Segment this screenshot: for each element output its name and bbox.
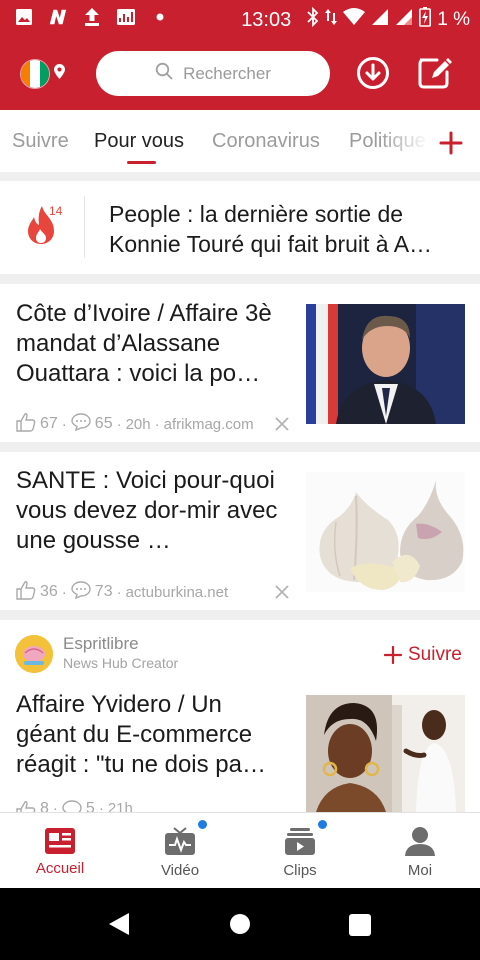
- compose-icon: [418, 58, 452, 89]
- dot-icon: [150, 7, 170, 27]
- article-title: Côte d’Ivoire / Affaire 3è mandat d’Alas…: [16, 300, 272, 387]
- article-meta: 36 · 73 · actuburkina.net: [16, 580, 228, 604]
- nav-label: Accueil: [35, 860, 85, 877]
- compose-button[interactable]: [417, 54, 455, 92]
- article-title: SANTE : Voici pour-quoi vous devez dor-m…: [16, 467, 278, 554]
- fire-icon: [24, 203, 70, 249]
- image-notification-icon: [14, 7, 34, 27]
- country-flag-button[interactable]: [20, 59, 50, 89]
- battery-charging-icon: [419, 7, 432, 33]
- system-navigation-bar: [0, 888, 480, 960]
- article-card[interactable]: Côte d’Ivoire / Affaire 3è mandat d’Alas…: [0, 284, 480, 442]
- nav-moi[interactable]: Moi: [360, 813, 480, 889]
- like-count: 67: [40, 415, 58, 432]
- tab-pour-vous[interactable]: Pour vous: [94, 130, 184, 153]
- trending-title: People : la dernière sortie de Konnie To…: [109, 201, 433, 257]
- nav-label: Vidéo: [160, 862, 200, 879]
- upload-icon: [82, 7, 102, 27]
- divider: [84, 196, 85, 258]
- home-icon[interactable]: [229, 913, 255, 939]
- like-count: 36: [40, 583, 58, 600]
- nav-label: Clips: [283, 862, 317, 879]
- comment-count: 65: [94, 415, 113, 432]
- article-source[interactable]: afrikmag.com: [164, 416, 254, 433]
- article-source[interactable]: actuburkina.net: [126, 584, 229, 601]
- article-meta: 8 · 5 · 21h: [16, 800, 133, 812]
- comment-icon[interactable]: [71, 581, 91, 603]
- article-time: 21h: [107, 800, 133, 812]
- article-time: 20h: [125, 415, 151, 433]
- thumbs-up-icon[interactable]: [16, 412, 36, 436]
- recents-icon[interactable]: [348, 913, 374, 939]
- plus-icon: [384, 646, 402, 664]
- data-arrows-icon: [325, 7, 338, 33]
- comment-icon[interactable]: [71, 413, 91, 435]
- n-notification-icon: [48, 7, 68, 27]
- notification-icons: [14, 7, 170, 27]
- tab-suivre[interactable]: Suivre: [12, 130, 69, 153]
- system-status: 13:03 1 %: [241, 6, 470, 33]
- thumbs-up-icon[interactable]: [16, 800, 36, 812]
- trending-card[interactable]: 14 People : la dernière sortie de Konnie…: [0, 181, 480, 274]
- category-tabs: Suivre Pour vous Coronavirus Politique: [0, 110, 480, 172]
- location-pin-icon[interactable]: [54, 64, 65, 84]
- comment-count: 73: [94, 583, 113, 600]
- article-thumbnail: [306, 304, 465, 424]
- chart-notification-icon: [116, 7, 136, 27]
- bluetooth-icon: [307, 6, 319, 33]
- follow-button[interactable]: Suivre: [384, 644, 462, 666]
- add-tab-icon[interactable]: [436, 128, 466, 158]
- bottom-navigation: Accueil Vidéo Clips Moi: [0, 812, 480, 888]
- article-thumbnail: [306, 695, 465, 812]
- clock: 13:03: [241, 8, 292, 31]
- wifi-icon: [343, 8, 366, 32]
- article-card[interactable]: SANTE : Voici pour-quoi vous devez dor-m…: [0, 452, 480, 610]
- notification-badge: [318, 820, 327, 829]
- signal-icon: [371, 8, 389, 32]
- clips-icon: [284, 825, 316, 857]
- tab-coronavirus[interactable]: Coronavirus: [212, 130, 320, 153]
- app-screen: 13:03 1 % Rechercher Suivre Pour vous Co…: [0, 0, 480, 960]
- dismiss-icon[interactable]: [274, 416, 290, 432]
- nav-accueil[interactable]: Accueil: [0, 813, 120, 889]
- app-header: Rechercher: [0, 36, 480, 110]
- article-thumbnail: [306, 472, 465, 592]
- comment-icon[interactable]: [62, 800, 82, 812]
- nav-clips[interactable]: Clips: [240, 813, 360, 889]
- person-icon: [404, 825, 436, 857]
- notification-badge: [198, 820, 207, 829]
- tv-icon: [164, 825, 196, 857]
- nav-label: Moi: [407, 862, 433, 879]
- search-bar[interactable]: Rechercher: [96, 51, 330, 96]
- active-tab-indicator: [127, 161, 156, 164]
- trending-count: 14: [49, 204, 63, 218]
- follow-label: Suivre: [408, 644, 462, 665]
- back-icon[interactable]: [107, 911, 133, 937]
- dismiss-icon[interactable]: [274, 584, 290, 600]
- search-icon: [155, 62, 173, 85]
- battery-level: 1 %: [437, 9, 470, 30]
- comment-count: 5: [85, 800, 95, 812]
- article-meta: 67 · 65 · 20h · afrikmag.com: [16, 412, 254, 436]
- thumbs-up-icon[interactable]: [16, 580, 36, 604]
- download-icon: [357, 57, 389, 89]
- like-count: 8: [40, 800, 49, 812]
- signal-icon: [395, 8, 413, 32]
- download-button[interactable]: [354, 54, 392, 92]
- search-placeholder: Rechercher: [183, 63, 271, 83]
- tab-fade: [380, 120, 430, 164]
- nav-video[interactable]: Vidéo: [120, 813, 240, 889]
- avatar[interactable]: [15, 635, 53, 673]
- creator-role: News Hub Creator: [63, 655, 179, 671]
- article-title[interactable]: Affaire Yvidero / Un géant du E-commerce…: [16, 690, 286, 780]
- status-bar: 13:03 1 %: [0, 0, 480, 36]
- creator-name[interactable]: Espritlibre: [63, 634, 139, 654]
- news-icon: [44, 825, 76, 857]
